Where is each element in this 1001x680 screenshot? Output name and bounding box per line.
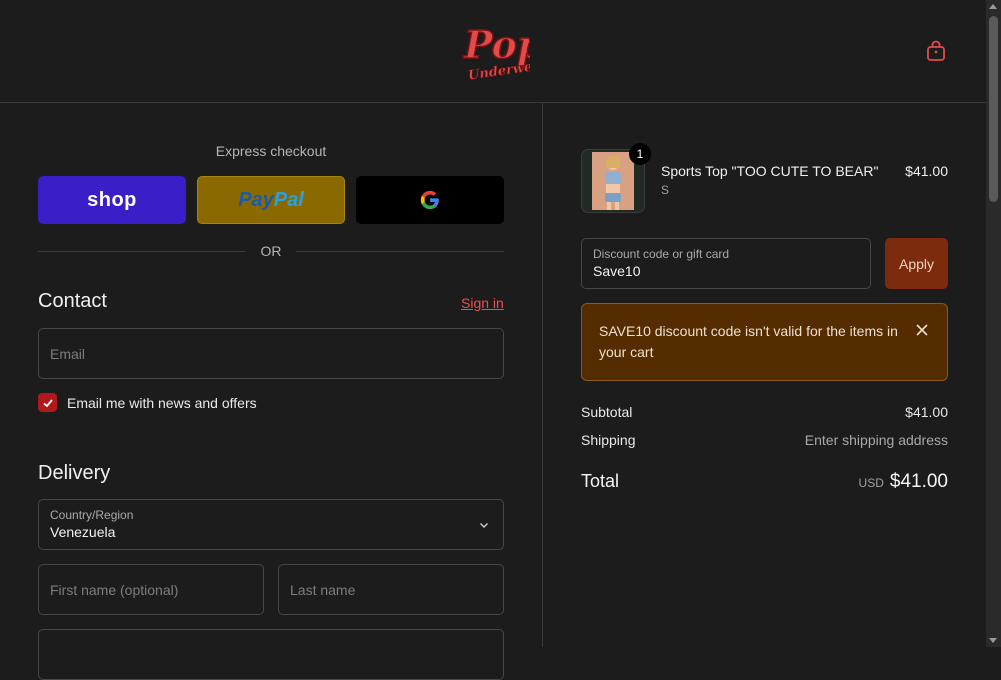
or-separator: OR: [38, 242, 504, 260]
discount-code-input[interactable]: Discount code or gift card Save10: [581, 238, 871, 289]
page-scrollbar[interactable]: [986, 0, 1001, 647]
currency-code: USD: [858, 476, 884, 490]
checkmark-icon: [42, 398, 53, 407]
svg-text:Pop: Pop: [463, 22, 530, 67]
express-checkout-title: Express checkout: [215, 143, 327, 159]
last-name-placeholder: Last name: [290, 581, 356, 598]
shipping-value: Enter shipping address: [804, 432, 948, 448]
header: Pop Underwear: [0, 0, 986, 103]
alert-message: SAVE10 discount code isn't valid for the…: [599, 323, 898, 360]
product-price: $41.00: [905, 163, 948, 179]
close-icon[interactable]: [915, 323, 929, 337]
delivery-title: Delivery: [38, 462, 111, 484]
scroll-up-icon[interactable]: [989, 4, 997, 9]
pop-underwear-logo[interactable]: Pop Underwear: [458, 18, 530, 84]
google-g-icon: [420, 190, 439, 210]
last-name-input[interactable]: Last name: [278, 564, 504, 615]
country-value: Venezuela: [50, 524, 116, 540]
discount-error-alert: SAVE10 discount code isn't valid for the…: [581, 303, 948, 381]
quantity-badge: 1: [629, 143, 651, 165]
or-line-right: [296, 251, 504, 252]
total-amount: USD $41.00: [859, 471, 948, 493]
column-divider: [542, 103, 543, 647]
newsletter-label: Email me with news and offers: [67, 395, 257, 411]
scrollbar-thumb[interactable]: [989, 16, 998, 202]
first-name-placeholder: First name (optional): [50, 581, 179, 598]
email-placeholder: Email: [50, 345, 86, 362]
newsletter-checkbox[interactable]: [38, 393, 57, 412]
discount-value: Save10: [593, 263, 641, 279]
apply-button[interactable]: Apply: [885, 238, 948, 289]
paypal-label-pal: Pal: [273, 188, 304, 211]
total-row: Total USD $41.00: [581, 471, 948, 495]
total-value: $41.00: [889, 471, 948, 492]
paypal-button[interactable]: Pay Pal: [197, 176, 345, 224]
chevron-down-icon: [480, 523, 488, 528]
shop-pay-button[interactable]: shop: [38, 176, 186, 224]
first-name-input[interactable]: First name (optional): [38, 564, 264, 615]
paypal-label-pay: Pay: [238, 188, 274, 211]
shop-pay-label: shop: [87, 188, 137, 211]
total-label: Total: [581, 471, 620, 491]
sign-in-link[interactable]: Sign in: [461, 295, 504, 311]
contact-title: Contact: [38, 290, 107, 312]
address-input[interactable]: [38, 629, 504, 680]
product-variant: S: [661, 183, 670, 197]
product-name: Sports Top "TOO CUTE TO BEAR": [661, 163, 879, 179]
scroll-down-icon[interactable]: [989, 638, 997, 643]
subtotal-value: $41.00: [905, 404, 948, 420]
discount-label: Discount code or gift card: [593, 247, 730, 261]
subtotal-label: Subtotal: [581, 404, 633, 420]
email-input[interactable]: Email: [38, 328, 504, 379]
google-pay-button[interactable]: [356, 176, 504, 224]
country-label: Country/Region: [50, 508, 134, 522]
country-select[interactable]: Country/Region Venezuela: [38, 499, 504, 550]
shipping-label: Shipping: [581, 432, 636, 448]
shopping-bag-icon[interactable]: [924, 39, 948, 63]
